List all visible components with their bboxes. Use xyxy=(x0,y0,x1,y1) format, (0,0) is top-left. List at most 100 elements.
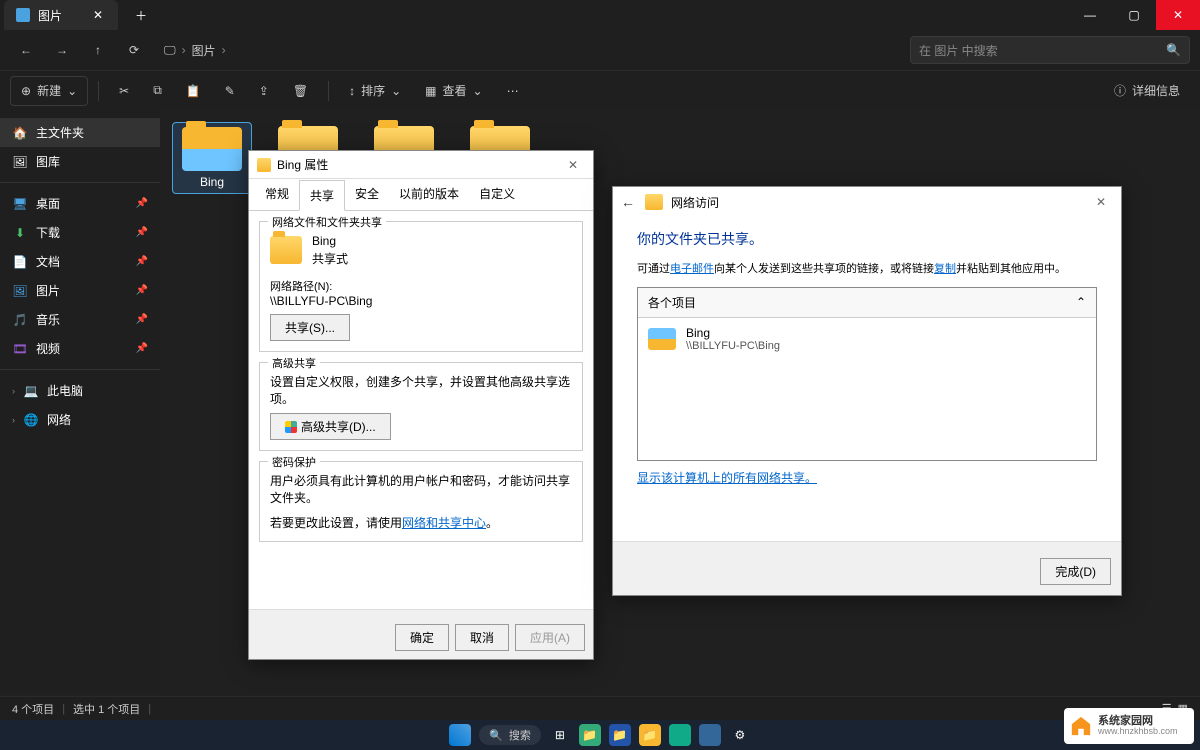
chevron-right-icon: › xyxy=(12,386,15,396)
store-icon[interactable] xyxy=(699,724,721,746)
pc-icon: 💻 xyxy=(23,383,39,399)
shield-icon xyxy=(285,421,297,433)
advanced-desc: 设置自定义权限，创建多个共享，并设置其他高级共享选项。 xyxy=(270,373,572,407)
share-button[interactable]: 共享(S)... xyxy=(270,314,350,341)
network-icon: 🌐 xyxy=(23,412,39,428)
close-tab-icon[interactable]: ✕ xyxy=(90,7,106,23)
dialog-top-bar: ← 网络访问 ✕ xyxy=(613,187,1121,217)
show-all-shares-link[interactable]: 显示该计算机上的所有网络共享。 xyxy=(637,471,817,485)
cancel-button[interactable]: 取消 xyxy=(455,624,509,651)
back-button[interactable]: ← xyxy=(10,34,42,66)
breadcrumb[interactable]: 🖵 › 图片 › xyxy=(164,42,226,59)
close-dialog-button[interactable]: ✕ xyxy=(561,155,585,175)
sidebar-item-desktop[interactable]: 🖥 桌面 📌 xyxy=(0,189,160,218)
window-tab[interactable]: 图片 ✕ xyxy=(4,0,118,30)
refresh-button[interactable]: ⟳ xyxy=(118,34,150,66)
tab-share[interactable]: 共享 xyxy=(299,180,345,211)
item-count: 4 个项目 xyxy=(12,701,54,717)
copy-link[interactable]: 复制 xyxy=(934,263,956,275)
desktop-icon: 🖥 xyxy=(12,196,28,212)
ok-button[interactable]: 确定 xyxy=(395,624,449,651)
title-bar: 图片 ✕ ＋ — ▢ ✕ xyxy=(0,0,1200,30)
separator xyxy=(98,81,99,101)
minimize-button[interactable]: — xyxy=(1068,0,1112,30)
cut-button[interactable]: ✂ xyxy=(109,76,139,106)
tab-general[interactable]: 常规 xyxy=(255,179,299,210)
pin-icon: 📌 xyxy=(136,256,148,267)
new-tab-button[interactable]: ＋ xyxy=(126,0,156,30)
music-icon: 🎵 xyxy=(12,312,28,328)
separator xyxy=(0,182,160,183)
rename-button[interactable]: ✎ xyxy=(215,76,245,106)
copy-icon: ⧉ xyxy=(153,83,162,98)
shared-heading: 你的文件夹已共享。 xyxy=(637,229,1097,249)
edge-icon[interactable] xyxy=(669,724,691,746)
sidebar-item-videos[interactable]: 🎞 视频 📌 xyxy=(0,334,160,363)
done-button[interactable]: 完成(D) xyxy=(1040,558,1111,585)
tab-security[interactable]: 安全 xyxy=(345,179,389,210)
tab-custom[interactable]: 自定义 xyxy=(469,179,525,210)
tab-prev-versions[interactable]: 以前的版本 xyxy=(389,179,469,210)
gallery-icon: 🖼 xyxy=(12,154,28,170)
sidebar-item-thispc[interactable]: › 💻 此电脑 xyxy=(0,376,160,405)
email-link[interactable]: 电子邮件 xyxy=(670,263,714,275)
pin-icon: 📌 xyxy=(136,227,148,238)
sidebar: 🏠 主文件夹 🖼 图库 🖥 桌面 📌 ⬇ 下载 📌 📄 文档 📌 🖼 图片 📌 xyxy=(0,110,160,690)
video-icon: 🎞 xyxy=(12,341,28,357)
view-button[interactable]: ▦ 查看 ⌄ xyxy=(415,76,492,106)
sort-button[interactable]: ↕ 排序 ⌄ xyxy=(339,76,411,106)
forward-button[interactable]: → xyxy=(46,34,78,66)
network-path-label: 网络路径(N): xyxy=(270,278,572,294)
sidebar-item-home[interactable]: 🏠 主文件夹 xyxy=(0,118,160,147)
sidebar-item-gallery[interactable]: 🖼 图库 xyxy=(0,147,160,176)
more-button[interactable]: ⋯ xyxy=(497,76,529,106)
task-view-icon[interactable]: ⊞ xyxy=(549,724,571,746)
sidebar-item-network[interactable]: › 🌐 网络 xyxy=(0,405,160,434)
start-button[interactable] xyxy=(449,724,471,746)
dialog-title-bar[interactable]: Bing 属性 ✕ xyxy=(249,151,593,179)
paste-button[interactable]: 📋 xyxy=(176,76,211,106)
search-input[interactable]: 在 图片 中搜索 🔍 xyxy=(910,36,1190,64)
chevron-right-icon: › xyxy=(182,43,186,57)
share-button[interactable]: ⇪ xyxy=(249,76,279,106)
maximize-button[interactable]: ▢ xyxy=(1112,0,1156,30)
close-window-button[interactable]: ✕ xyxy=(1156,0,1200,30)
item-path: \\BILLYFU-PC\Bing xyxy=(686,340,780,352)
search-icon: 🔍 xyxy=(489,729,503,742)
up-button[interactable]: ↑ xyxy=(82,34,114,66)
dialog-body: 你的文件夹已共享。 可通过电子邮件向某个人发送到这些共享项的链接，或将链接复制并… xyxy=(613,217,1121,498)
pin-icon: 📌 xyxy=(136,198,148,209)
file-explorer-icon[interactable]: 📁 xyxy=(639,724,661,746)
network-center-link[interactable]: 网络和共享中心 xyxy=(402,516,486,530)
taskbar-search[interactable]: 🔍 搜索 xyxy=(479,725,541,745)
info-icon: ⓘ xyxy=(1114,82,1126,99)
sidebar-item-documents[interactable]: 📄 文档 📌 xyxy=(0,247,160,276)
shared-item-row[interactable]: Bing \\BILLYFU-PC\Bing xyxy=(638,318,1096,360)
new-button[interactable]: ⊕ 新建 ⌄ xyxy=(10,76,88,106)
settings-icon[interactable]: ⚙ xyxy=(729,724,751,746)
back-button[interactable]: ← xyxy=(621,194,635,210)
taskbar-app[interactable]: 📁 xyxy=(579,724,601,746)
download-icon: ⬇ xyxy=(12,225,28,241)
details-button[interactable]: ⓘ 详细信息 xyxy=(1104,76,1190,106)
view-icon: ▦ xyxy=(425,84,436,98)
shared-items-box: 各个项目 ⌃ Bing \\BILLYFU-PC\Bing xyxy=(637,287,1097,461)
fieldset-legend: 密码保护 xyxy=(268,454,320,470)
items-header[interactable]: 各个项目 ⌃ xyxy=(638,288,1096,318)
taskbar-app[interactable]: 📁 xyxy=(609,724,631,746)
delete-button[interactable]: 🗑 xyxy=(283,76,318,106)
close-dialog-button[interactable]: ✕ xyxy=(1089,192,1113,212)
folder-bing[interactable]: Bing xyxy=(172,122,252,194)
sidebar-item-pictures[interactable]: 🖼 图片 📌 xyxy=(0,276,160,305)
dialog-title: Bing 属性 xyxy=(277,156,328,173)
item-name: Bing xyxy=(686,326,780,340)
tab-title: 图片 xyxy=(38,7,62,24)
sidebar-item-music[interactable]: 🎵 音乐 📌 xyxy=(0,305,160,334)
sort-icon: ↕ xyxy=(349,84,355,98)
fieldset-legend: 网络文件和文件夹共享 xyxy=(268,214,386,230)
copy-button[interactable]: ⧉ xyxy=(143,76,172,106)
apply-button[interactable]: 应用(A) xyxy=(515,624,585,651)
breadcrumb-item[interactable]: 图片 xyxy=(192,42,216,59)
sidebar-item-downloads[interactable]: ⬇ 下载 📌 xyxy=(0,218,160,247)
advanced-share-button[interactable]: 高级共享(D)... xyxy=(270,413,391,440)
